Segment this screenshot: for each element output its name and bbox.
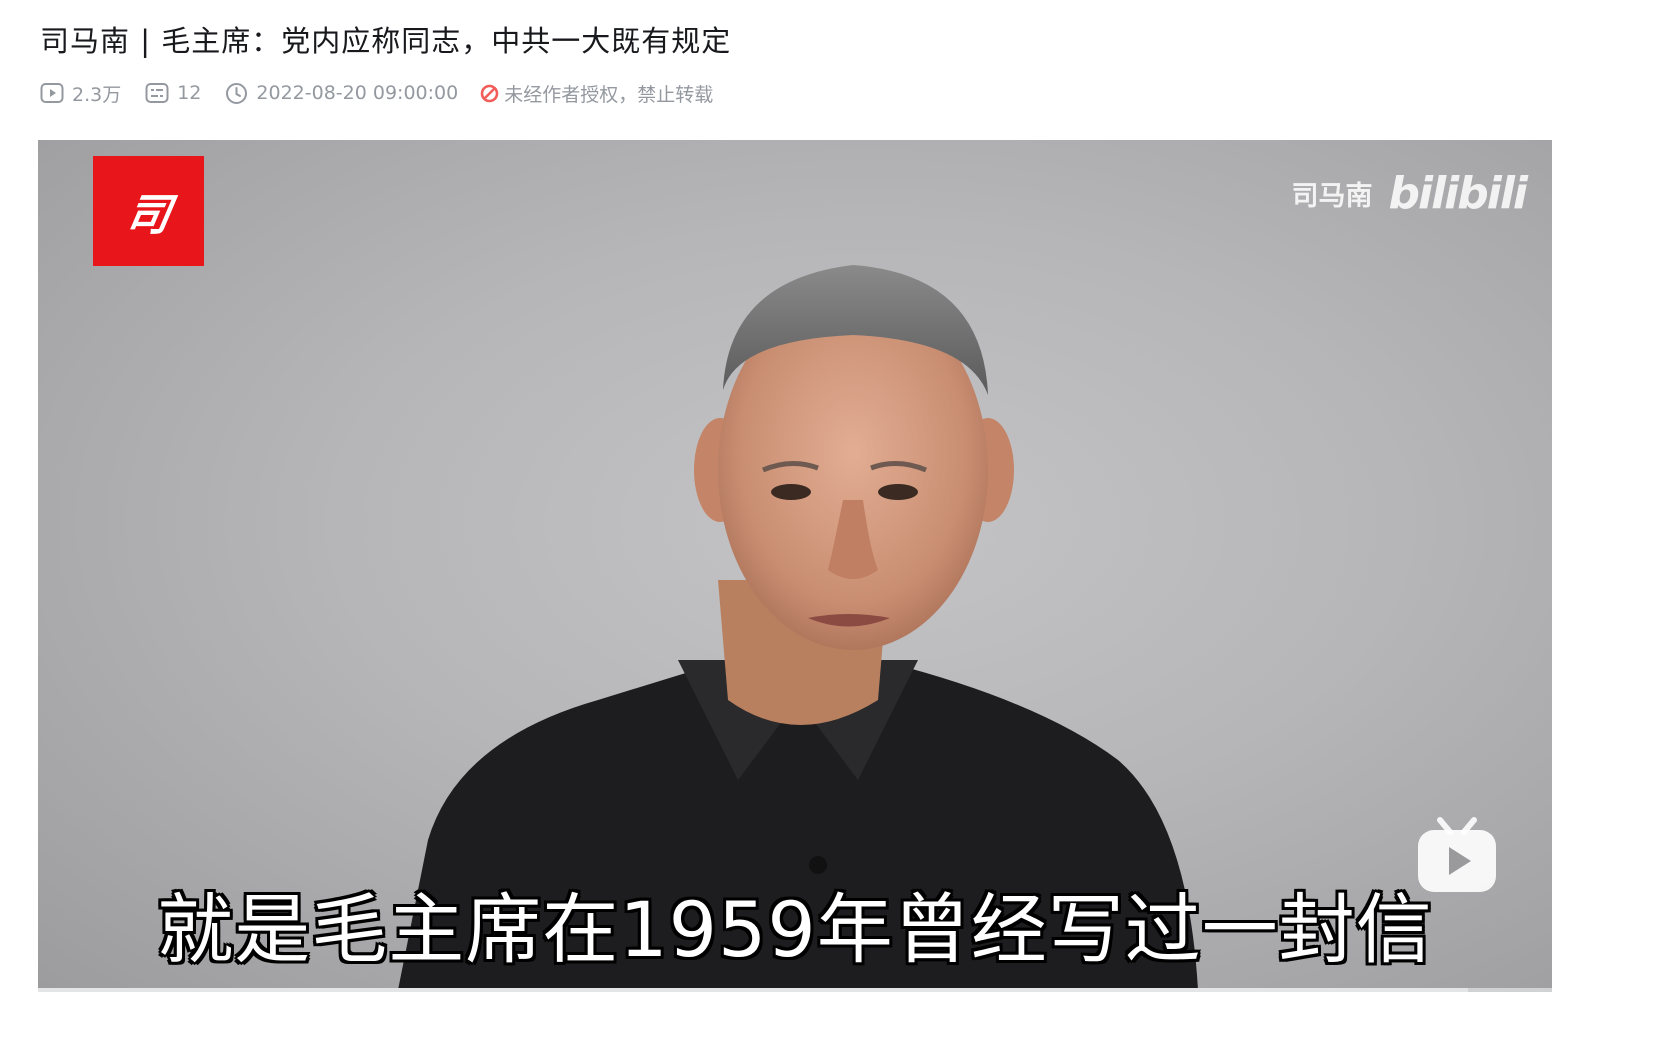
publish-time: 2022-08-20 09:00:00 [225, 82, 458, 105]
copyright-notice: 未经作者授权，禁止转载 [480, 80, 713, 107]
clock-icon [226, 82, 248, 104]
watermark-brand: bilibili [1388, 168, 1528, 219]
channel-logo-text: 司 [121, 190, 175, 241]
presenter-image [398, 265, 1198, 990]
publish-time-value: 2022-08-20 09:00:00 [256, 82, 459, 104]
view-count: 2.3万 [40, 80, 121, 107]
view-count-value: 2.3万 [72, 83, 122, 106]
forbidden-icon [480, 84, 499, 102]
video-progress-bar[interactable] [38, 988, 1552, 992]
danmaku-count-value: 12 [177, 82, 202, 104]
video-meta: 2.3万 12 2022-08-20 09:00:00 未经作者授权，禁止转载 [40, 78, 737, 108]
channel-logo: 司 [93, 156, 204, 266]
copyright-notice-text: 未经作者授权，禁止转载 [504, 83, 714, 106]
play-count-icon [40, 83, 64, 103]
video-page: 司马南 | 毛主席：党内应称同志，中共一大既有规定 2.3万 12 2022-0… [0, 0, 1654, 1057]
bilibili-watermark: 司马南 bilibili [1291, 168, 1528, 219]
video-subtitle: 就是毛主席在1959年曾经写过一封信 [157, 885, 1433, 974]
bilibili-tv-icon[interactable] [1416, 816, 1498, 896]
video-buffer-segment [1468, 988, 1552, 992]
video-player[interactable]: 司 司马南 bilibili 就是毛主席在1959年曾经写过一封信 [38, 140, 1552, 990]
watermark-uploader: 司马南 [1291, 181, 1373, 212]
video-title: 司马南 | 毛主席：党内应称同志，中共一大既有规定 [40, 24, 732, 58]
danmaku-count: 12 [145, 82, 201, 104]
danmaku-icon [145, 83, 169, 103]
